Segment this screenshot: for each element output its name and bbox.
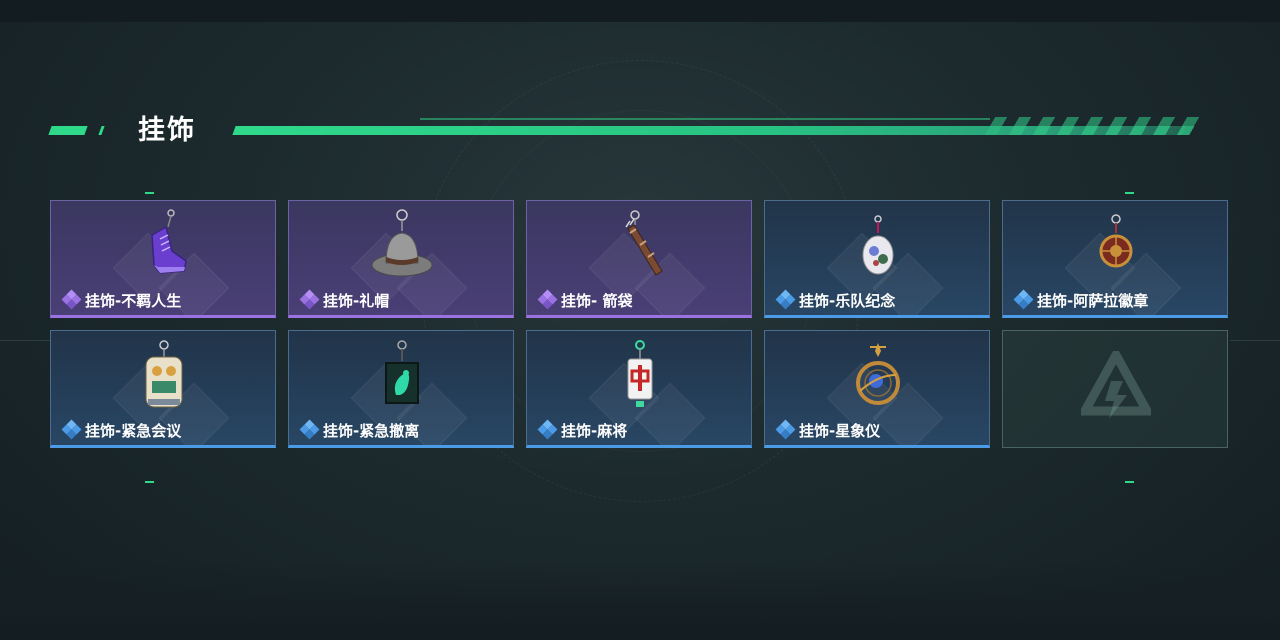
corner-tick bbox=[145, 192, 154, 194]
header-dash bbox=[48, 126, 88, 135]
emblem-charm-icon bbox=[1099, 214, 1133, 268]
charm-name: 挂饰-星象仪 bbox=[799, 421, 881, 440]
corner-tick bbox=[1125, 192, 1134, 194]
charm-name: 挂饰- 箭袋 bbox=[561, 291, 633, 310]
charm-label: 挂饰-星象仪 bbox=[775, 419, 881, 441]
mahjong-tile-charm-icon bbox=[627, 340, 653, 407]
charm-name: 挂饰-麻将 bbox=[561, 421, 628, 440]
charm-card[interactable]: 挂饰- 箭袋 bbox=[526, 200, 752, 318]
rarity-purple-icon bbox=[61, 289, 82, 310]
rarity-blue-icon bbox=[775, 419, 796, 440]
game-logo-icon bbox=[1081, 351, 1151, 419]
charm-label: 挂饰-麻将 bbox=[537, 419, 628, 441]
rarity-blue-icon bbox=[1013, 289, 1034, 310]
charm-name: 挂饰-乐队纪念 bbox=[799, 291, 896, 310]
corner-tick bbox=[1125, 481, 1134, 483]
side-line-right bbox=[1230, 340, 1280, 341]
charm-label: 挂饰-礼帽 bbox=[299, 289, 390, 311]
charm-label: 挂饰- 箭袋 bbox=[537, 289, 633, 311]
rarity-blue-icon bbox=[537, 419, 558, 440]
rarity-blue-icon bbox=[775, 289, 796, 310]
charm-label: 挂饰-阿萨拉徽章 bbox=[1013, 289, 1149, 311]
charm-card[interactable]: 挂饰-乐队纪念 bbox=[764, 200, 990, 318]
charm-card[interactable]: 挂饰-不羁人生 bbox=[50, 200, 276, 318]
header-checker-pattern-2 bbox=[997, 126, 1203, 135]
charm-card[interactable]: 挂饰-紧急撤离 bbox=[288, 330, 514, 448]
quiver-charm-icon bbox=[625, 210, 663, 276]
charm-name: 挂饰-不羁人生 bbox=[85, 291, 182, 310]
header-thin-line bbox=[420, 118, 990, 120]
rarity-blue-icon bbox=[299, 419, 320, 440]
section-title: 挂饰 bbox=[138, 115, 196, 146]
charm-label: 挂饰-不羁人生 bbox=[61, 289, 182, 311]
charm-name: 挂饰-礼帽 bbox=[323, 291, 390, 310]
corner-tick bbox=[145, 481, 154, 483]
bottom-band bbox=[0, 560, 1280, 640]
charm-name: 挂饰-紧急撤离 bbox=[323, 421, 420, 440]
header-dash-small bbox=[98, 126, 105, 135]
rarity-purple-icon bbox=[537, 289, 558, 310]
side-line-left bbox=[0, 340, 50, 341]
empty-charm-slot[interactable] bbox=[1002, 330, 1228, 448]
top-band bbox=[0, 0, 1280, 22]
charm-name: 挂饰-紧急会议 bbox=[85, 421, 182, 440]
charm-card[interactable]: 挂饰-紧急会议 bbox=[50, 330, 276, 448]
rarity-purple-icon bbox=[299, 289, 320, 310]
fedora-hat-charm-icon bbox=[371, 209, 433, 277]
evacuation-charm-icon bbox=[385, 340, 419, 404]
charm-name: 挂饰-阿萨拉徽章 bbox=[1037, 291, 1149, 310]
charm-label: 挂饰-紧急撤离 bbox=[299, 419, 420, 441]
charm-label: 挂饰-紧急会议 bbox=[61, 419, 182, 441]
charm-card[interactable]: 挂饰-礼帽 bbox=[288, 200, 514, 318]
rarity-blue-icon bbox=[61, 419, 82, 440]
emergency-meeting-charm-icon bbox=[145, 340, 183, 408]
charm-label: 挂饰-乐队纪念 bbox=[775, 289, 896, 311]
sneaker-charm-icon bbox=[151, 209, 187, 274]
band-badge-charm-icon bbox=[862, 215, 894, 275]
charm-card[interactable]: 挂饰-阿萨拉徽章 bbox=[1002, 200, 1228, 318]
astrolabe-charm-icon bbox=[856, 343, 900, 405]
charm-card[interactable]: 挂饰-星象仪 bbox=[764, 330, 990, 448]
charm-card[interactable]: 挂饰-麻将 bbox=[526, 330, 752, 448]
